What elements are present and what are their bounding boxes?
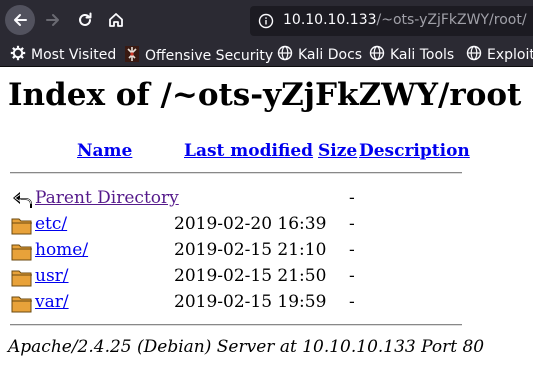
row-size: - <box>349 266 355 286</box>
info-icon[interactable] <box>258 13 274 33</box>
bookmark-label: Most Visited <box>31 47 117 63</box>
folder-icon <box>11 242 33 265</box>
back-button[interactable] <box>5 5 35 35</box>
page-title: Index of /~ots-yZjFkZWY/root <box>8 77 522 113</box>
row-size: - <box>349 240 355 260</box>
navigation-toolbar: 10.10.10.133/~ots-yZjFkZWY/root/ <box>0 0 533 40</box>
directory-link-home[interactable]: home/ <box>35 240 88 260</box>
bookmarks-toolbar: Most Visited Offensive Security Kali Doc… <box>0 40 533 67</box>
arrow-left-icon <box>14 14 27 26</box>
folder-icon <box>11 294 33 317</box>
column-header-description[interactable]: Description <box>359 141 470 161</box>
home-button[interactable] <box>101 5 131 35</box>
bookmark-label: Kali Tools <box>390 47 455 63</box>
url-bar[interactable]: 10.10.10.133/~ots-yZjFkZWY/root/ <box>250 6 533 36</box>
parent-directory-link[interactable]: Parent Directory <box>35 188 179 208</box>
table-row: etc/ 2019-02-20 16:39 - <box>0 214 533 238</box>
folder-icon <box>11 268 33 291</box>
bookmark-label: Offensive Security <box>145 48 274 64</box>
column-header-size[interactable]: Size <box>318 141 357 161</box>
bookmark-kali-tools[interactable]: Kali Tools <box>369 45 454 65</box>
globe-icon <box>369 45 385 65</box>
directory-link-usr[interactable]: usr/ <box>35 266 69 286</box>
server-signature: Apache/2.4.25 (Debian) Server at 10.10.1… <box>8 337 485 357</box>
row-size: - <box>349 292 355 312</box>
globe-icon <box>277 45 293 65</box>
reload-button[interactable] <box>70 5 100 35</box>
reload-icon <box>79 12 92 26</box>
table-row: var/ 2019-02-15 19:59 - <box>0 292 533 316</box>
url-path: /~ots-yZjFkZWY/root/ <box>376 12 527 28</box>
column-header-name[interactable]: Name <box>77 141 132 161</box>
column-header-last-modified[interactable]: Last modified <box>184 141 313 161</box>
globe-icon <box>466 45 482 65</box>
divider <box>10 172 462 174</box>
bookmark-most-visited[interactable]: Most Visited <box>10 45 116 65</box>
table-row: usr/ 2019-02-15 21:50 - <box>0 266 533 290</box>
table-row: Parent Directory - <box>0 188 533 212</box>
url-host: 10.10.10.133 <box>283 12 377 28</box>
offsec-icon <box>124 45 140 67</box>
row-modified: 2019-02-15 21:50 <box>174 266 327 286</box>
row-modified: 2019-02-15 19:59 <box>174 292 327 312</box>
row-size: - <box>349 214 355 234</box>
folder-icon <box>11 216 33 239</box>
bookmark-kali-docs[interactable]: Kali Docs <box>277 45 362 65</box>
gear-icon <box>10 45 26 65</box>
forward-button[interactable] <box>38 5 68 35</box>
bookmark-label: Kali Docs <box>298 47 363 63</box>
bookmark-exploit-db[interactable]: Exploit- <box>466 45 533 65</box>
row-size: - <box>349 188 355 208</box>
directory-link-var[interactable]: var/ <box>35 292 69 312</box>
bookmark-label: Exploit- <box>487 47 533 63</box>
row-modified: 2019-02-15 21:10 <box>174 240 327 260</box>
bookmark-offensive-security[interactable]: Offensive Security <box>124 45 273 67</box>
table-row: home/ 2019-02-15 21:10 - <box>0 240 533 264</box>
url-text[interactable]: 10.10.10.133/~ots-yZjFkZWY/root/ <box>283 12 527 28</box>
divider <box>10 324 462 326</box>
row-modified: 2019-02-20 16:39 <box>174 214 327 234</box>
arrow-right-icon <box>46 14 59 26</box>
directory-link-etc[interactable]: etc/ <box>35 214 67 234</box>
home-icon <box>109 13 123 27</box>
back-icon <box>11 190 33 214</box>
